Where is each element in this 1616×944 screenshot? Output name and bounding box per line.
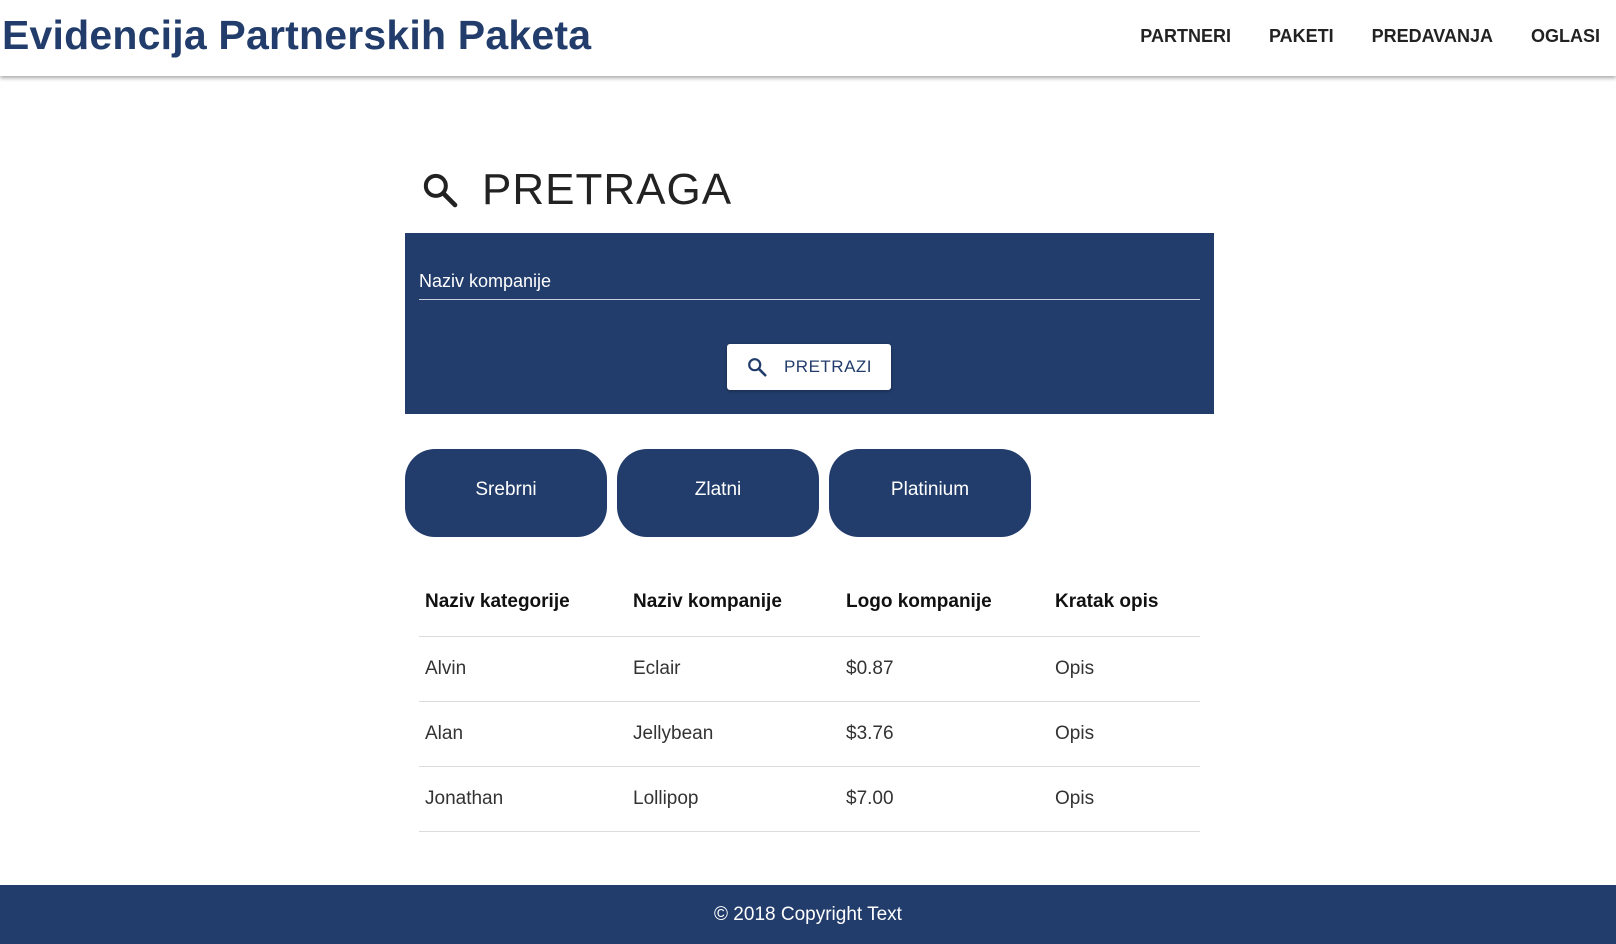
table-cell: Opis: [1049, 766, 1200, 832]
table-cell: Jellybean: [627, 701, 840, 767]
table-cell: Lollipop: [627, 766, 840, 832]
table-cell: Jonathan: [419, 766, 627, 832]
nav-link-paketi[interactable]: PAKETI: [1269, 26, 1334, 47]
nav-link-predavanja[interactable]: PREDAVANJA: [1372, 26, 1493, 47]
table-cell: Alvin: [419, 636, 627, 702]
column-header[interactable]: Naziv kategorije: [419, 568, 627, 637]
results-table: Naziv kategorije Naziv kompanije Logo ko…: [419, 568, 1200, 832]
nav-links: PARTNERI PAKETI PREDAVANJA OGLASI: [1102, 26, 1600, 47]
footer: © 2018 Copyright Text: [0, 885, 1616, 944]
table-cell: Opis: [1049, 636, 1200, 702]
search-panel: PRETRAZI: [405, 233, 1214, 414]
column-header[interactable]: Naziv kompanije: [627, 568, 840, 637]
package-button-platinium[interactable]: Platinium: [829, 449, 1031, 537]
nav-link-oglasi[interactable]: OGLASI: [1531, 26, 1600, 47]
search-icon: [748, 358, 767, 377]
table-row[interactable]: Alvin Eclair $0.87 Opis: [419, 636, 1200, 702]
nav-link-partneri[interactable]: PARTNERI: [1140, 26, 1231, 47]
search-heading: PRETRAGA: [420, 165, 732, 215]
package-filter-buttons: Srebrni Zlatni Platinium: [405, 449, 1041, 537]
table-cell: Opis: [1049, 701, 1200, 767]
table-cell: $3.76: [840, 701, 1049, 767]
company-name-input[interactable]: [419, 263, 1200, 300]
column-header[interactable]: Logo kompanije: [840, 568, 1049, 637]
search-button-label: PRETRAZI: [783, 357, 873, 376]
table-cell: $0.87: [840, 636, 1049, 702]
table-cell: $7.00: [840, 766, 1049, 832]
search-icon: [423, 173, 458, 208]
page-title: PRETRAGA: [482, 165, 733, 214]
table-row[interactable]: Alan Jellybean $3.76 Opis: [419, 701, 1200, 767]
table-cell: Alan: [419, 701, 627, 767]
package-button-zlatni[interactable]: Zlatni: [617, 449, 819, 537]
table-cell: Eclair: [627, 636, 840, 702]
copyright-text: © 2018 Copyright Text: [714, 903, 902, 925]
table-row[interactable]: Jonathan Lollipop $7.00 Opis: [419, 766, 1200, 832]
package-button-srebrni[interactable]: Srebrni: [405, 449, 607, 537]
top-navbar: Evidencija Partnerskih Paketa PARTNERI P…: [0, 0, 1616, 76]
search-button[interactable]: PRETRAZI: [727, 344, 891, 390]
column-header[interactable]: Kratak opis: [1049, 568, 1200, 637]
table-header-row: Naziv kategorije Naziv kompanije Logo ko…: [419, 568, 1200, 637]
app-title[interactable]: Evidencija Partnerskih Paketa: [2, 12, 591, 59]
